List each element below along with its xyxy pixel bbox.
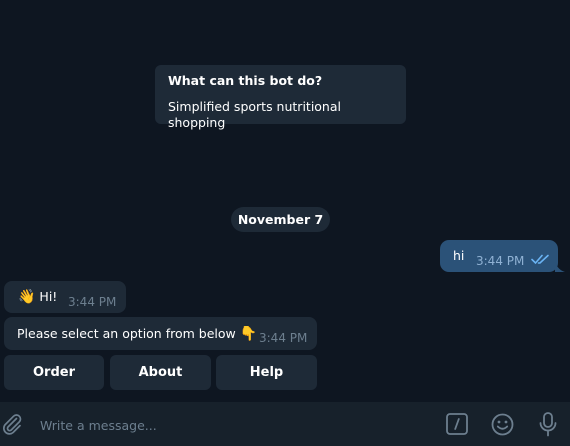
- message-text-content: Hi!: [39, 289, 58, 304]
- smile-icon[interactable]: [491, 413, 514, 436]
- keyboard-button-help[interactable]: Help: [216, 355, 317, 390]
- waving-hand-emoji: 👋: [18, 289, 36, 305]
- double-check-icon: [531, 254, 549, 265]
- bot-info-card: What can this bot do? Simplified sports …: [155, 65, 406, 130]
- message-time: 3:44 PM: [259, 331, 308, 345]
- message-input[interactable]: [40, 415, 420, 435]
- message-text: Please select an option from below 👇: [17, 326, 257, 342]
- message-time: 3:44 PM: [476, 254, 525, 268]
- slash-command-icon[interactable]: [446, 413, 468, 435]
- pointing-down-emoji: 👇: [239, 326, 258, 342]
- incoming-message[interactable]: 👋 Hi! 3:44 PM: [4, 281, 126, 313]
- message-time: 3:44 PM: [68, 295, 117, 309]
- chat-area: What can this bot do? Simplified sports …: [0, 0, 570, 400]
- keyboard-button-about[interactable]: About: [110, 355, 211, 390]
- microphone-icon[interactable]: [538, 412, 558, 437]
- paperclip-icon[interactable]: [0, 412, 24, 436]
- date-separator: November 7: [231, 207, 330, 232]
- bubble-tail: [555, 262, 565, 272]
- outgoing-message[interactable]: hi 3:44 PM: [440, 240, 558, 272]
- message-text: 👋 Hi!: [18, 289, 57, 305]
- message-text-content: Please select an option from below: [17, 326, 236, 341]
- keyboard-button-order[interactable]: Order: [4, 355, 104, 390]
- message-composer: [0, 402, 570, 446]
- bot-info-title: What can this bot do?: [168, 73, 323, 88]
- bot-info-description: Simplified sports nutritional shopping: [168, 99, 341, 130]
- incoming-message[interactable]: Please select an option from below 👇 3:4…: [4, 317, 317, 350]
- message-text: hi: [453, 248, 465, 263]
